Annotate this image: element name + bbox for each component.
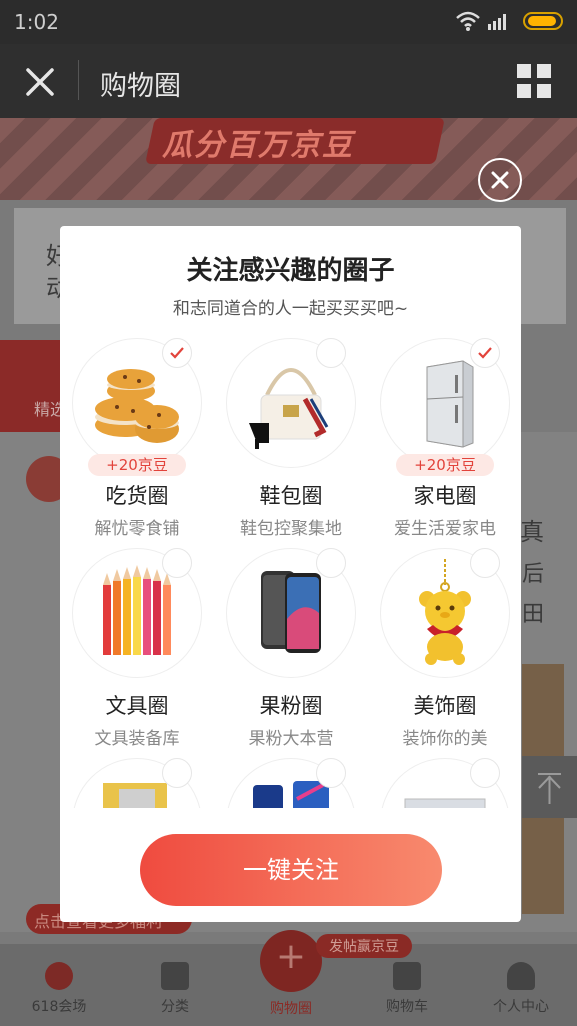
wifi-icon	[456, 11, 480, 31]
nav-item-618[interactable]: 618会场	[4, 962, 114, 1016]
background-feed-text: 真	[520, 518, 544, 546]
modal-subtitle: 和志同道合的人一起买买买吧~	[172, 299, 409, 319]
circle-name: 吃货圈	[105, 484, 169, 508]
selected-check[interactable]	[470, 338, 500, 368]
modal-close-button[interactable]	[478, 158, 522, 202]
jd-618-icon	[45, 962, 73, 990]
close-icon	[491, 171, 509, 189]
unselected-check[interactable]	[316, 548, 346, 578]
selected-check[interactable]	[162, 338, 192, 368]
scroll-top-button	[522, 756, 577, 818]
circle-item-accessories[interactable]: 美饰圈 装饰你的美	[368, 540, 521, 750]
circle-item-partial[interactable]	[60, 750, 214, 808]
nav-item-profile[interactable]: 个人中心	[466, 962, 576, 1016]
circle-desc: 装饰你的美	[402, 729, 488, 749]
circle-item-partial[interactable]	[214, 750, 368, 808]
status-time: 1:02	[14, 10, 59, 34]
checkmark-icon	[478, 347, 492, 359]
circle-item-snacks[interactable]: +20京豆 吃货圈 解忧零食铺	[60, 330, 214, 540]
circle-name: 家电圈	[413, 484, 477, 508]
circle-desc: 解忧零食铺	[94, 519, 180, 539]
grid-menu-icon[interactable]	[517, 64, 551, 98]
modal-title: 关注感兴趣的圈子	[186, 256, 395, 286]
circle-name: 文具圈	[105, 694, 169, 718]
unselected-check[interactable]	[470, 758, 500, 788]
circle-desc: 果粉大本营	[248, 729, 334, 749]
category-icon	[161, 962, 189, 990]
circle-item-bags[interactable]: 鞋包圈 鞋包控聚集地	[214, 330, 368, 540]
nav-label: 个人中心	[493, 999, 549, 1015]
user-icon	[507, 962, 535, 990]
cart-icon	[393, 962, 421, 990]
follow-circles-modal: 关注感兴趣的圈子 和志同道合的人一起买买买吧~ +20京豆 吃货圈 解忧零食铺 …	[60, 226, 521, 922]
nav-label: 购物车	[386, 999, 428, 1015]
circle-desc: 文具装备库	[94, 729, 180, 749]
circle-name: 美饰圈	[413, 694, 477, 718]
app-header	[0, 44, 577, 118]
circle-grid[interactable]: +20京豆 吃货圈 解忧零食铺 鞋包圈 鞋包控聚集地 +20京豆 家电圈 爱生活…	[60, 330, 521, 808]
background-feed-text: 后	[522, 562, 545, 587]
unselected-check[interactable]	[470, 548, 500, 578]
page-title: 购物圈	[100, 71, 181, 102]
unselected-check[interactable]	[316, 338, 346, 368]
post-badge-text: 发帖赢京豆	[329, 939, 399, 955]
circle-item-stationery[interactable]: 文具圈 文具装备库	[60, 540, 214, 750]
circle-item-apple-fans[interactable]: 果粉圈 果粉大本营	[214, 540, 368, 750]
post-button[interactable]: +	[260, 930, 322, 992]
header-divider	[78, 60, 79, 100]
unselected-check[interactable]	[316, 758, 346, 788]
nav-item-cart[interactable]: 购物车	[352, 962, 462, 1016]
banner-title: 瓜分百万京豆	[162, 128, 354, 163]
signal-icon	[488, 14, 506, 30]
unselected-check[interactable]	[162, 758, 192, 788]
battery-icon	[523, 12, 563, 30]
nav-item-circle[interactable]: 购物圈	[236, 998, 346, 1018]
nav-item-category[interactable]: 分类	[120, 962, 230, 1016]
circle-name: 鞋包圈	[259, 484, 323, 508]
circle-desc: 鞋包控聚集地	[240, 519, 342, 539]
reward-badge: +20京豆	[88, 454, 186, 476]
checkmark-icon	[170, 347, 184, 359]
reward-badge: +20京豆	[396, 454, 494, 476]
circle-item-appliances[interactable]: +20京豆 家电圈 爱生活爱家电	[368, 330, 521, 540]
post-badge: 发帖赢京豆	[316, 934, 412, 958]
circle-desc: 爱生活爱家电	[394, 519, 496, 539]
circle-item-partial[interactable]	[368, 750, 521, 808]
plus-icon: +	[275, 936, 307, 977]
circle-name: 果粉圈	[259, 694, 323, 718]
background-feed-text: 田	[522, 602, 545, 627]
follow-all-button[interactable]: 一键关注	[140, 834, 442, 906]
nav-label: 购物圈	[270, 1001, 312, 1017]
close-icon[interactable]	[22, 64, 58, 100]
unselected-check[interactable]	[162, 548, 192, 578]
nav-label: 618会场	[31, 999, 87, 1015]
nav-label: 分类	[161, 999, 189, 1015]
